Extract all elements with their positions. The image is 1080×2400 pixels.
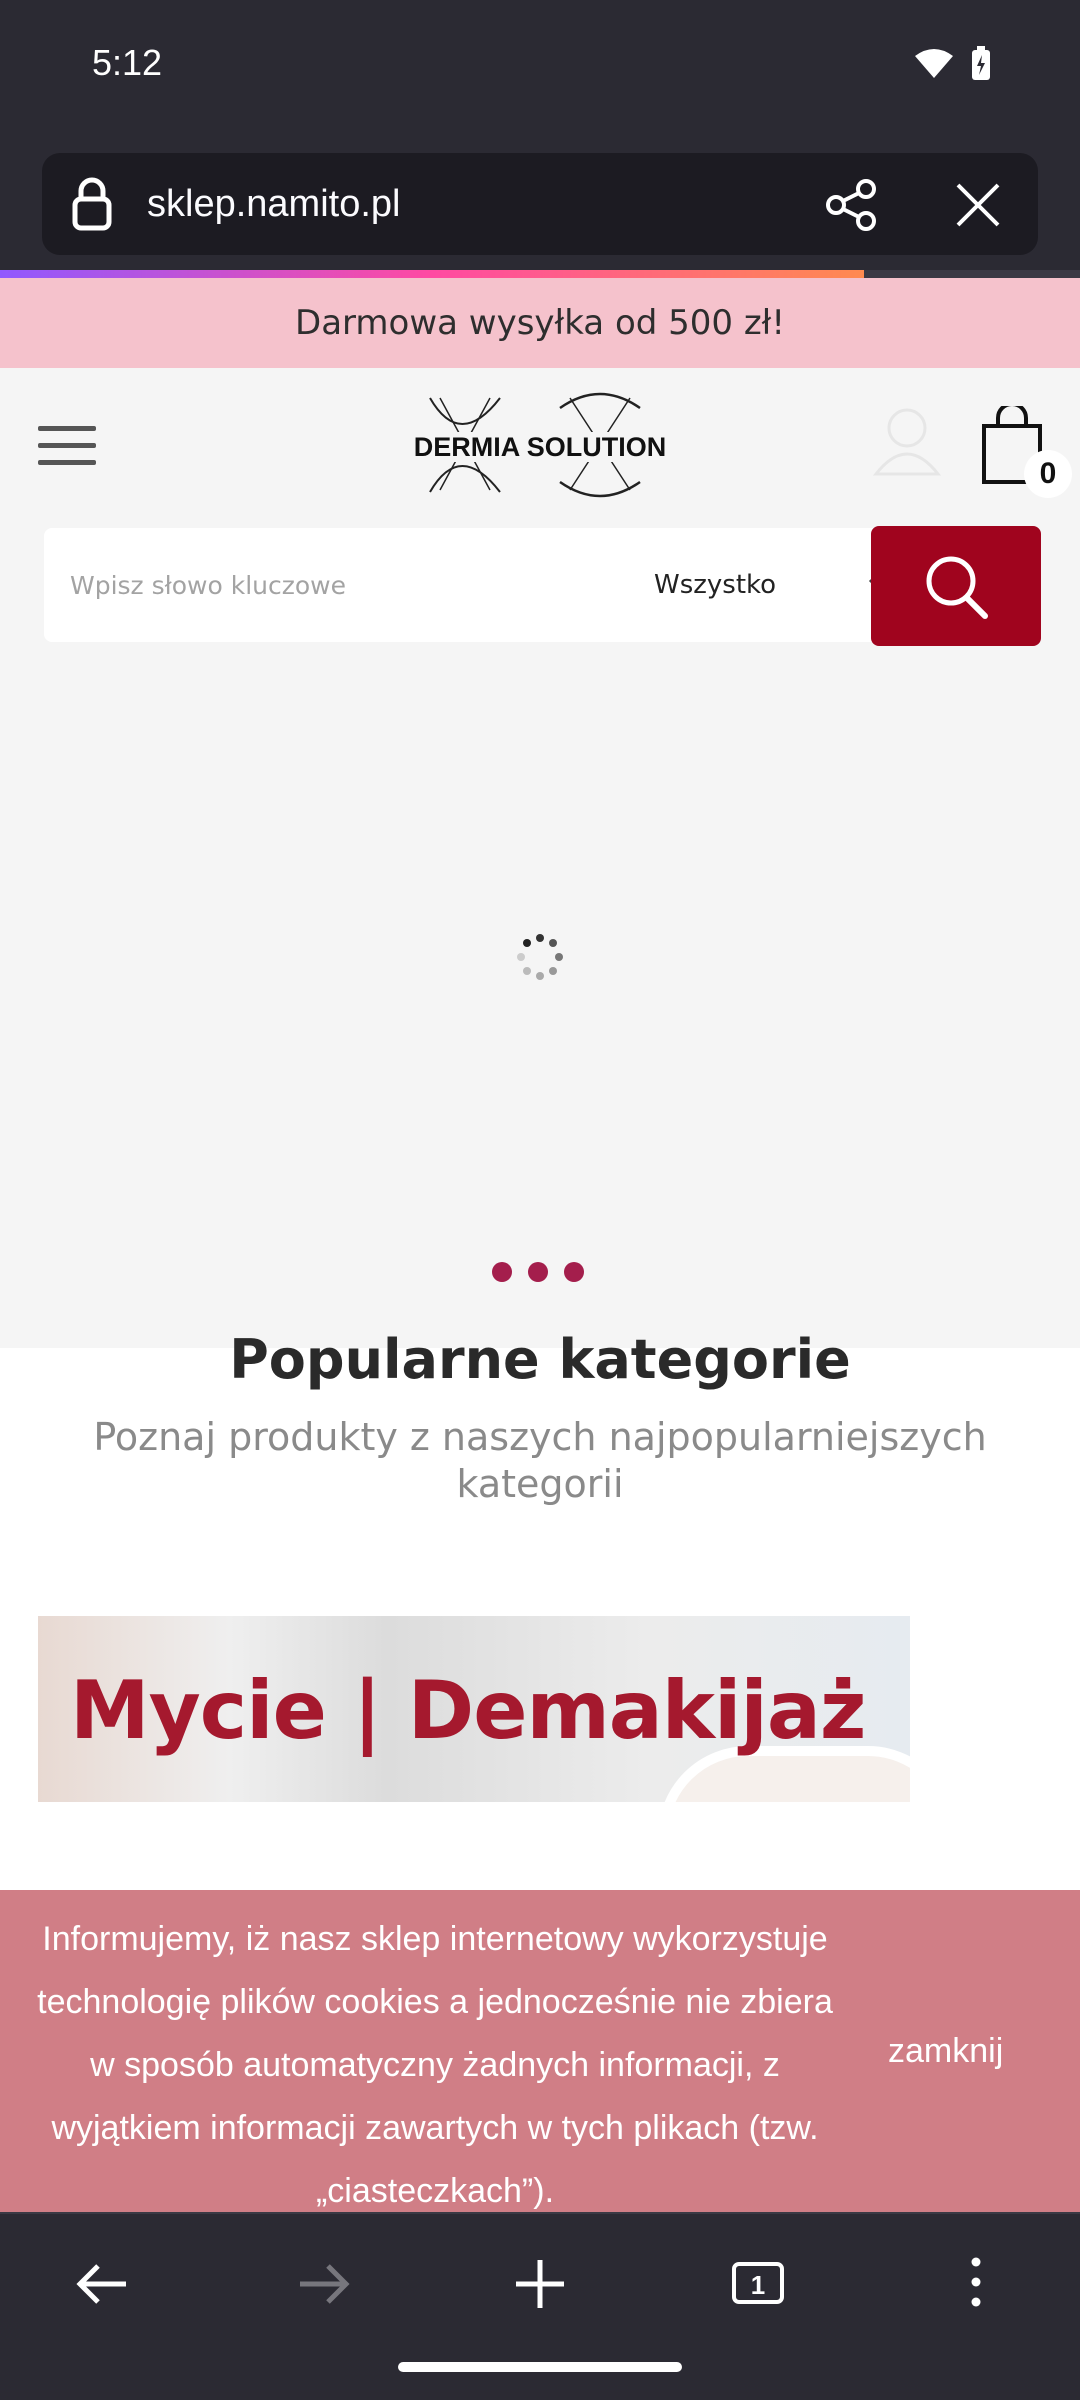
status-icons: [914, 46, 992, 82]
promo-banner: Darmowa wysyłka od 500 zł!: [0, 278, 1080, 368]
url-text[interactable]: sklep.namito.pl: [147, 183, 400, 226]
home-indicator[interactable]: [398, 2362, 682, 2372]
wifi-icon: [915, 49, 953, 78]
decorative-dots: [492, 1262, 584, 1282]
new-tab-icon[interactable]: [500, 2244, 580, 2324]
battery-icon: [972, 46, 990, 80]
back-arrow-icon[interactable]: [64, 2244, 144, 2324]
progress-fill: [0, 270, 864, 278]
category-banner-title: Mycie | Demakijaż: [70, 1664, 866, 1757]
cookie-line: Informujemy, iż nasz sklep internetowy w…: [42, 1920, 828, 1958]
cookie-line: „ciasteczkach”).: [315, 2172, 555, 2210]
status-bar: 5:12: [0, 0, 1080, 135]
cookie-line: w sposób automatyczny żadnych informacji…: [90, 2046, 780, 2084]
search-button[interactable]: [871, 526, 1041, 646]
web-page: Darmowa wysyłka od 500 zł! DERMIA SOLUTI…: [0, 278, 1080, 2212]
page-load-progress: [0, 270, 1080, 278]
search-category-label: Wszystko: [654, 570, 777, 600]
menu-icon[interactable]: [38, 426, 96, 470]
cookie-notice: Informujemy, iż nasz sklep internetowy w…: [0, 1890, 1080, 2212]
status-time: 5:12: [92, 42, 163, 83]
cart-count-badge[interactable]: 0: [1024, 450, 1072, 498]
loading-spinner-icon: [517, 934, 563, 980]
tabs-icon[interactable]: 1: [718, 2244, 798, 2324]
tab-count: 1: [751, 2270, 765, 2300]
site-logo[interactable]: DERMIA SOLUTION: [400, 390, 680, 500]
search-category-select[interactable]: Wszystko: [609, 528, 899, 642]
cookie-notice-text: Informujemy, iż nasz sklep internetowy w…: [0, 1908, 870, 2212]
forward-arrow-icon[interactable]: [282, 2244, 362, 2324]
close-icon[interactable]: [948, 175, 1008, 235]
section-subtitle: Poznaj produkty z naszych najpopularniej…: [93, 1415, 987, 1506]
search-bar: Wszystko: [44, 526, 1042, 646]
cookie-line: technologię plików cookies a jednocześni…: [37, 1983, 833, 2021]
share-icon[interactable]: [822, 175, 882, 235]
more-menu-icon[interactable]: [936, 2244, 1016, 2324]
user-icon[interactable]: [872, 404, 942, 476]
logo-text: DERMIA SOLUTION: [414, 432, 667, 462]
search-icon: [926, 556, 988, 619]
lock-icon[interactable]: [72, 177, 112, 231]
browser-toolbar: sklep.namito.pl: [0, 135, 1080, 270]
cookie-line: wyjątkiem informacji zawartych w tych pl…: [51, 2109, 819, 2147]
cookie-close-button[interactable]: zamknij: [888, 2032, 1003, 2071]
url-bar[interactable]: sklep.namito.pl: [42, 153, 1038, 255]
category-banner[interactable]: Mycie | Demakijaż: [38, 1616, 910, 1802]
section-title: Popularne kategorie: [229, 1328, 851, 1391]
site-header: DERMIA SOLUTION 0 Wszystko: [0, 368, 1080, 1348]
